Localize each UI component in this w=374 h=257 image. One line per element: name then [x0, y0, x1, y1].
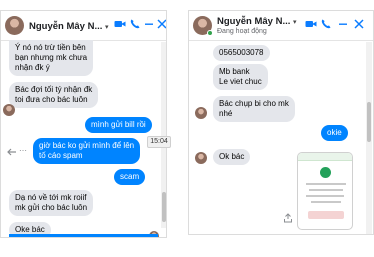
chat-window-left: Nguyễn Mây N... ▾ Ý nó nó trừ tiền bên b…	[0, 10, 167, 238]
share-icon[interactable]	[283, 213, 293, 223]
chat-window-right: Nguyễn Mây N... Đang hoạt động ▾ 0565003…	[188, 10, 374, 235]
video-icon[interactable]	[305, 18, 317, 30]
message-incoming[interactable]: Bác đợi tối tý nhận đk toi đưa cho bác l…	[9, 82, 99, 108]
video-icon[interactable]	[114, 18, 126, 30]
chevron-down-icon[interactable]: ▾	[293, 18, 297, 26]
contact-avatar-small	[195, 152, 207, 164]
scrollbar-thumb[interactable]	[162, 192, 166, 222]
chevron-down-icon[interactable]: ▾	[105, 23, 109, 31]
image-text-line	[309, 189, 343, 191]
chat-header: Nguyễn Mây N... Đang hoạt động ▾	[189, 11, 373, 41]
message-outgoing[interactable]: mình gửi bill rồi	[85, 117, 152, 133]
reply-icon[interactable]	[7, 148, 17, 156]
image-red-banner	[308, 211, 344, 219]
image-attachment[interactable]	[297, 152, 353, 230]
contact-status: Đang hoạt động	[217, 28, 267, 35]
contact-avatar[interactable]	[5, 16, 24, 35]
message-outgoing[interactable]: giờ bác ko gửi mình để lên tố cáo spam	[33, 138, 141, 164]
phone-icon[interactable]	[129, 18, 141, 30]
online-status-dot	[207, 30, 213, 36]
image-text-line	[311, 201, 341, 203]
phone-icon[interactable]	[320, 18, 332, 30]
scrollbar[interactable]	[161, 42, 166, 228]
scrollbar-thumb[interactable]	[367, 102, 371, 142]
close-icon[interactable]	[353, 18, 365, 30]
more-options-icon[interactable]: ⋯	[19, 146, 27, 155]
minimize-icon[interactable]	[337, 18, 349, 30]
close-icon[interactable]	[156, 18, 167, 30]
timestamp-tooltip: 15:04	[147, 136, 171, 148]
composer-edge	[9, 234, 158, 237]
screenshot-canvas: Nguyễn Mây N... ▾ Ý nó nó trừ tiền bên b…	[0, 0, 374, 257]
contact-name[interactable]: Nguyễn Mây N...	[217, 16, 290, 27]
chat-header: Nguyễn Mây N... ▾	[1, 11, 166, 41]
message-incoming[interactable]: Bác chụp bi cho mk nhé	[213, 96, 295, 122]
success-check-icon	[320, 167, 331, 178]
message-incoming[interactable]: Ý nó nó trừ tiền bên bạn nhưng mk chưa n…	[9, 40, 94, 76]
image-header-bar	[298, 153, 352, 161]
message-list: Ý nó nó trừ tiền bên bạn nhưng mk chưa n…	[1, 40, 166, 237]
image-text-line	[306, 183, 346, 185]
contact-avatar-small	[195, 107, 207, 119]
message-incoming[interactable]: 0565003078	[213, 45, 270, 61]
message-outgoing[interactable]: scam	[114, 169, 146, 185]
minimize-icon[interactable]	[143, 18, 155, 30]
message-incoming[interactable]: Mb bank Le viet chuc	[213, 64, 268, 90]
contact-avatar-small	[3, 104, 15, 116]
image-text-line	[306, 195, 344, 197]
message-incoming[interactable]: Dạ nó về tới mk roiif mk gửi cho bác luô…	[9, 190, 94, 216]
message-outgoing[interactable]: okie	[321, 125, 348, 141]
message-incoming[interactable]: Ok bác	[213, 149, 251, 165]
scrollbar[interactable]	[366, 42, 372, 234]
contact-name[interactable]: Nguyễn Mây N...	[29, 21, 102, 32]
